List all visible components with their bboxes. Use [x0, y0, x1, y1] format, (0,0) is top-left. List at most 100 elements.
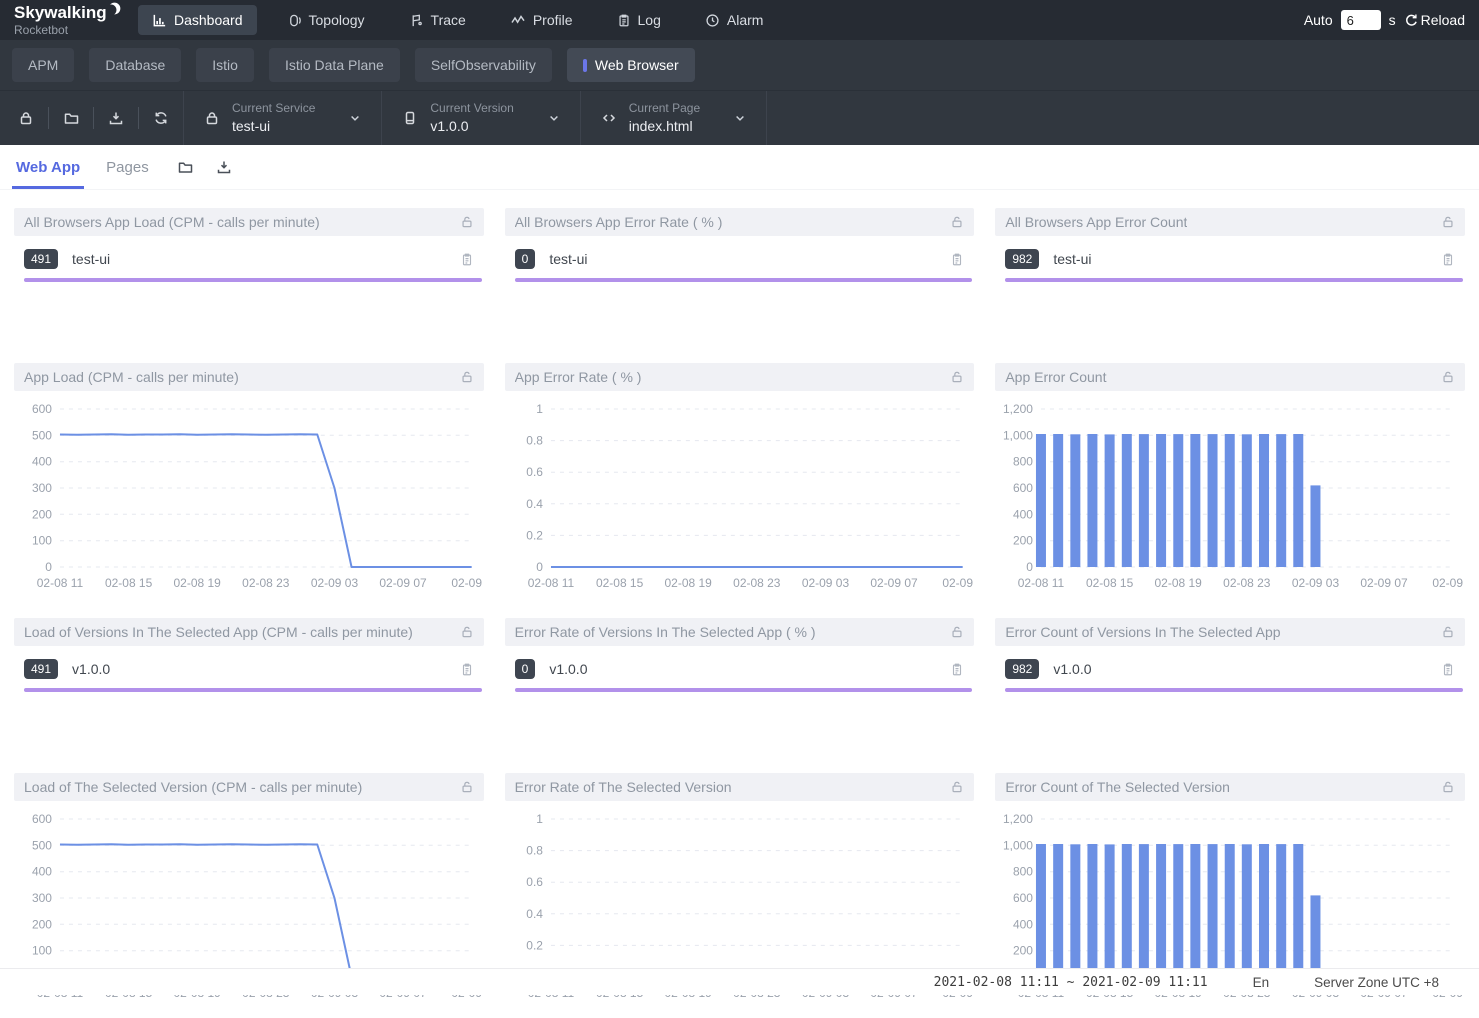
subtab-icons	[177, 159, 232, 175]
unlock-icon[interactable]	[1441, 370, 1455, 384]
svg-text:800: 800	[1013, 865, 1033, 879]
clipboard-icon[interactable]	[460, 252, 474, 267]
clipboard-icon[interactable]	[950, 252, 964, 267]
auto-label: Auto	[1304, 12, 1333, 28]
endpoint-tab-istio-data-plane[interactable]: Istio Data Plane	[269, 48, 400, 82]
endpoint-tab-web-browser[interactable]: Web Browser	[567, 48, 695, 82]
svg-text:02-08 23: 02-08 23	[242, 576, 290, 590]
moon-icon	[108, 2, 121, 15]
svg-text:400: 400	[32, 455, 52, 469]
metric-entry[interactable]: 982 v1.0.0	[995, 646, 1465, 688]
metric-progress-bar	[1005, 278, 1463, 282]
endpoint-tab-apm[interactable]: APM	[12, 48, 74, 82]
clipboard-icon[interactable]	[950, 662, 964, 677]
nav-item-profile[interactable]: Profile	[496, 5, 587, 35]
clipboard-icon[interactable]	[460, 662, 474, 677]
code-icon	[601, 110, 617, 126]
alarm-icon	[705, 13, 720, 28]
dashboard-icon	[152, 13, 167, 28]
device-icon	[402, 110, 418, 126]
svg-text:600: 600	[1013, 481, 1033, 495]
nav-item-trace[interactable]: Trace	[395, 5, 480, 35]
top-nav: Skywalking Rocketbot DashboardTopologyTr…	[0, 0, 1479, 40]
svg-text:02-08 19: 02-08 19	[664, 576, 712, 590]
endpoint-tab-database[interactable]: Database	[89, 48, 181, 82]
download-button[interactable]	[216, 159, 232, 175]
card-header: All Browsers App Error Rate ( % )	[505, 208, 975, 236]
active-tab-indicator	[583, 59, 587, 72]
svg-text:02-08 15: 02-08 15	[1086, 576, 1134, 590]
current-page-selector[interactable]: Current Page index.html	[580, 91, 767, 145]
auto-refresh-input[interactable]	[1341, 10, 1381, 30]
unlock-icon[interactable]	[460, 625, 474, 639]
unlock-icon[interactable]	[950, 780, 964, 794]
reload-icon	[1404, 13, 1419, 28]
svg-text:02-08 23: 02-08 23	[733, 576, 781, 590]
nav-item-alarm[interactable]: Alarm	[691, 5, 778, 35]
endpoint-tab-selfobservability[interactable]: SelfObservability	[415, 48, 552, 82]
selector-value: index.html	[629, 118, 700, 136]
card-title: Error Rate of The Selected Version	[515, 779, 732, 795]
download-button[interactable]	[94, 110, 138, 126]
current-service-selector[interactable]: Current Service test-ui	[183, 91, 381, 145]
card-header: App Error Rate ( % )	[505, 363, 975, 391]
folder-icon	[63, 110, 80, 126]
svg-text:02-08 11: 02-08 11	[37, 576, 84, 590]
unlock-icon[interactable]	[950, 625, 964, 639]
metric-entry[interactable]: 491 test-ui	[14, 236, 484, 278]
trace-icon	[409, 13, 424, 28]
svg-text:200: 200	[1013, 944, 1033, 958]
language-toggle[interactable]: En	[1253, 975, 1270, 990]
metric-name: test-ui	[549, 251, 936, 267]
metric-entry[interactable]: 491 v1.0.0	[14, 646, 484, 688]
current-version-selector[interactable]: Current Version v1.0.0	[381, 91, 579, 145]
svg-text:1: 1	[536, 812, 543, 826]
nav-item-topology[interactable]: Topology	[273, 5, 379, 35]
metric-entry[interactable]: 982 test-ui	[995, 236, 1465, 278]
svg-text:500: 500	[32, 428, 52, 442]
nav-item-log[interactable]: Log	[603, 5, 675, 35]
unlock-icon[interactable]	[950, 215, 964, 229]
chart-canvas[interactable]: 02004006008001,0001,20002-08 1102-08 150…	[995, 395, 1465, 595]
chart-canvas[interactable]: 010020030040050060002-08 1102-08 1502-08…	[14, 395, 484, 595]
card-title: All Browsers App Error Rate ( % )	[515, 214, 723, 230]
svg-text:400: 400	[1013, 507, 1033, 521]
svg-text:200: 200	[1013, 534, 1033, 548]
card-title: All Browsers App Error Count	[1005, 214, 1187, 230]
time-range[interactable]: 2021-02-08 11:11 ~ 2021-02-09 11:11	[934, 975, 1208, 990]
svg-text:0.2: 0.2	[526, 938, 543, 952]
unlock-icon[interactable]	[460, 370, 474, 384]
unlock-icon[interactable]	[460, 780, 474, 794]
unlock-icon[interactable]	[1441, 780, 1455, 794]
logo-title: Skywalking	[14, 4, 121, 21]
card-header: Error Count of The Selected Version	[995, 773, 1465, 801]
metric-entry[interactable]: 0 test-ui	[505, 236, 975, 278]
unlock-icon[interactable]	[1441, 215, 1455, 229]
svg-text:100: 100	[32, 944, 52, 958]
card-header: App Error Count	[995, 363, 1465, 391]
chart-canvas[interactable]: 00.20.40.60.8102-08 1102-08 1502-08 1902…	[505, 395, 975, 595]
metric-entry[interactable]: 0 v1.0.0	[505, 646, 975, 688]
tab-web-app[interactable]: Web App	[16, 145, 80, 189]
clipboard-icon[interactable]	[1441, 252, 1455, 267]
svg-text:0.2: 0.2	[526, 528, 543, 542]
folder-button[interactable]	[177, 159, 194, 175]
svg-text:0.4: 0.4	[526, 907, 543, 921]
nav-item-dashboard[interactable]: Dashboard	[138, 5, 257, 35]
unlock-icon[interactable]	[1441, 625, 1455, 639]
refresh-button[interactable]	[139, 110, 183, 126]
endpoint-tab-istio[interactable]: Istio	[196, 48, 254, 82]
metric-value-badge: 491	[24, 659, 58, 679]
clipboard-icon[interactable]	[1441, 662, 1455, 677]
reload-button[interactable]: Reload	[1404, 12, 1465, 28]
svg-text:02-08 19: 02-08 19	[1155, 576, 1203, 590]
folder-button[interactable]	[49, 110, 93, 126]
unlock-icon[interactable]	[460, 215, 474, 229]
lock-button[interactable]	[4, 110, 48, 126]
tab-pages[interactable]: Pages	[106, 145, 149, 189]
svg-text:400: 400	[1013, 917, 1033, 931]
svg-text:600: 600	[1013, 891, 1033, 905]
tab-label: Web App	[16, 159, 80, 176]
metric-name: v1.0.0	[72, 661, 446, 677]
unlock-icon[interactable]	[950, 370, 964, 384]
